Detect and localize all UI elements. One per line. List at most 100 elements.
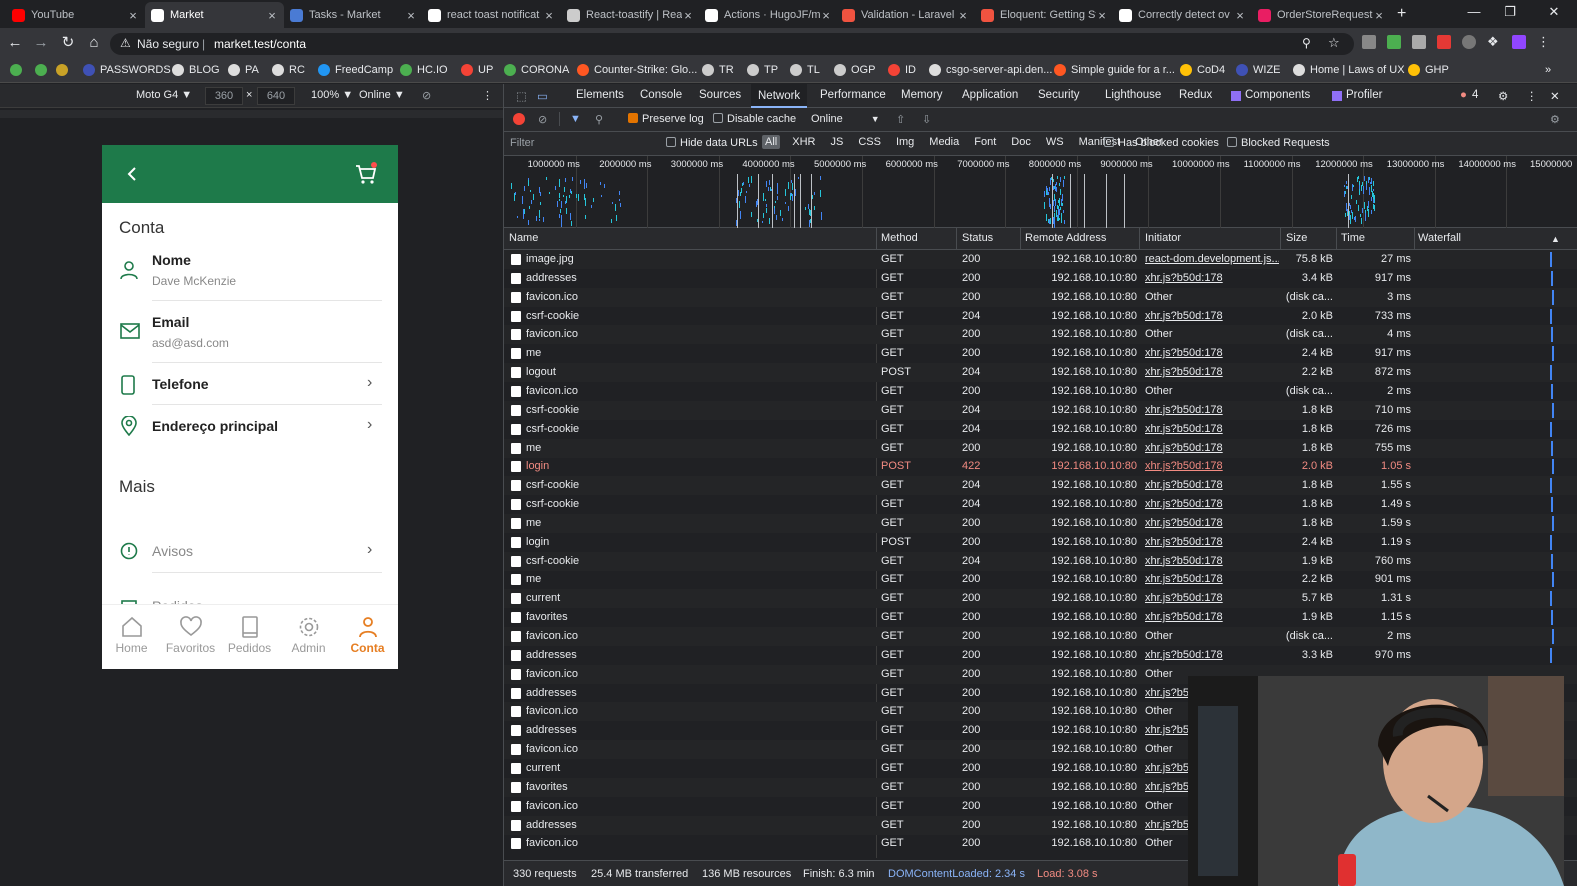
address-bar[interactable]: ⚠ Não seguro | market.test/conta ⚲ ☆	[110, 33, 1354, 55]
col-time[interactable]: Time	[1341, 232, 1365, 244]
table-row[interactable]: csrf-cookie GET 204 192.168.10.10:80 xhr.js?…	[504, 420, 1577, 439]
disable-cache-checkbox[interactable]: Disable cache	[713, 113, 796, 125]
type-filter-media[interactable]: Media	[926, 135, 962, 149]
filter-icon[interactable]: ▼	[570, 113, 581, 125]
type-filter-doc[interactable]: Doc	[1008, 135, 1034, 149]
col-initiator[interactable]: Initiator	[1145, 232, 1181, 244]
reload-icon[interactable]: ↻	[59, 34, 77, 52]
bookmark-item[interactable]	[10, 62, 27, 78]
cell-initiator[interactable]: xhr.js?b50d:178	[1145, 423, 1279, 435]
browser-tab[interactable]: Market ×	[145, 2, 284, 28]
table-row[interactable]: addresses GET 200 192.168.10.10:80 xhr.js?b5…	[504, 646, 1577, 665]
table-row[interactable]: favicon.ico GET 200 192.168.10.10:80 Other (d…	[504, 287, 1577, 307]
bookmark-item[interactable]	[35, 62, 52, 78]
table-row[interactable]: login POST 422 192.168.10.10:80 xhr.js?b50d:…	[504, 457, 1577, 476]
table-row[interactable]: me GET 200 192.168.10.10:80 xhr.js?b50d:178 1…	[504, 513, 1577, 533]
table-row[interactable]: current GET 200 192.168.10.10:80 xhr.js?b50d…	[504, 589, 1577, 609]
bookmark-item[interactable]: TP	[747, 62, 778, 78]
browser-tab[interactable]: YouTube ×	[6, 2, 145, 28]
key-icon[interactable]: ⚲	[1302, 36, 1311, 50]
tab-sources[interactable]: Sources	[699, 89, 741, 101]
bookmark-item[interactable]: Counter-Strike: Glo...	[577, 62, 697, 78]
col-method[interactable]: Method	[881, 232, 918, 244]
browser-tab[interactable]: Actions · HugoJF/m ×	[699, 2, 838, 28]
width-input[interactable]: 360	[205, 87, 243, 105]
close-tab-icon[interactable]: ×	[1234, 8, 1246, 23]
tab-redux[interactable]: Redux	[1179, 89, 1212, 101]
table-row[interactable]: favorites GET 200 192.168.10.10:80 xhr.js?b5…	[504, 608, 1577, 627]
extension-icon[interactable]	[1437, 35, 1451, 49]
table-row[interactable]: csrf-cookie GET 204 192.168.10.10:80 xhr.js?…	[504, 476, 1577, 496]
forward-icon[interactable]: →	[32, 34, 50, 52]
tab-security[interactable]: Security	[1038, 89, 1080, 101]
cart-icon[interactable]	[354, 162, 378, 186]
bookmark-item[interactable]: CORONA	[504, 62, 569, 78]
bookmark-item[interactable]: CoD4	[1180, 62, 1225, 78]
type-filter-xhr[interactable]: XHR	[789, 135, 818, 149]
back-arrow-icon[interactable]	[126, 166, 138, 182]
cell-initiator[interactable]: xhr.js?b50d:178	[1145, 555, 1279, 567]
nav-pedidos[interactable]: Pedidos	[220, 615, 279, 655]
throttle-select[interactable]: Online ▼	[811, 113, 880, 125]
close-tab-icon[interactable]: ×	[127, 8, 139, 23]
maximize-icon[interactable]: ❐	[1494, 4, 1526, 20]
more-item-avisos[interactable]: Avisos ›	[102, 541, 398, 581]
cell-initiator[interactable]: xhr.js?b50d:178	[1145, 479, 1279, 491]
cell-initiator[interactable]: xhr.js?b50d:178	[1145, 347, 1279, 359]
table-row[interactable]: image.jpg GET 200 192.168.10.10:80 react-dom…	[504, 250, 1577, 269]
table-row[interactable]: favicon.ico GET 200 192.168.10.10:80 Other (d…	[504, 382, 1577, 401]
device-toggle-icon[interactable]: ▭	[537, 89, 548, 103]
browser-tab[interactable]: OrderStoreRequest ×	[1252, 2, 1391, 28]
cell-initiator[interactable]: react-dom.development.js...	[1145, 253, 1279, 265]
upload-icon[interactable]: ⇧	[896, 113, 905, 126]
settings-gear-icon[interactable]: ⚙	[1498, 89, 1508, 103]
cell-initiator[interactable]: xhr.js?b50d:178	[1145, 573, 1279, 585]
cell-initiator[interactable]: xhr.js?b50d:178	[1145, 498, 1279, 510]
close-tab-icon[interactable]: ×	[1373, 8, 1385, 23]
cell-initiator[interactable]: xhr.js?b50d:178	[1145, 310, 1279, 322]
bookmark-item[interactable]: PASSWORDS	[83, 62, 171, 78]
height-input[interactable]: 640	[257, 87, 295, 105]
browser-tab[interactable]: React-toastify | Rea ×	[561, 2, 700, 28]
clear-icon[interactable]: ⊘	[538, 113, 547, 126]
home-icon[interactable]: ⌂	[85, 34, 103, 52]
bookmark-item[interactable]: WIZE	[1236, 62, 1281, 78]
table-row[interactable]: favicon.ico GET 200 192.168.10.10:80 Other (d…	[504, 325, 1577, 345]
close-tab-icon[interactable]: ×	[405, 8, 417, 23]
extension-icon[interactable]	[1387, 35, 1401, 49]
cell-initiator[interactable]: xhr.js?b50d:178	[1145, 404, 1279, 416]
bookmark-star-icon[interactable]: ☆	[1328, 35, 1340, 51]
col-name[interactable]: Name	[509, 232, 538, 244]
bookmark-item[interactable]: Home | Laws of UX	[1293, 62, 1405, 78]
bookmark-item[interactable]	[56, 62, 73, 78]
nav-favoritos[interactable]: Favoritos	[161, 615, 220, 655]
twitch-icon[interactable]	[1512, 35, 1526, 49]
nav-home[interactable]: Home	[102, 615, 161, 655]
table-row[interactable]: favicon.ico GET 200 192.168.10.10:80 Other (d…	[504, 627, 1577, 646]
tab-performance[interactable]: Performance	[820, 89, 886, 101]
tab-network[interactable]: Network	[751, 84, 808, 108]
url-text[interactable]: market.test/conta	[214, 37, 306, 51]
browser-tab[interactable]: Eloquent: Getting St ×	[975, 2, 1114, 28]
rotate-icon[interactable]: ⊘	[422, 89, 431, 102]
tab-application[interactable]: Application	[962, 89, 1018, 101]
preserve-log-checkbox[interactable]: Preserve log	[628, 113, 704, 125]
tab-elements[interactable]: Elements	[576, 89, 624, 101]
close-tab-icon[interactable]: ×	[957, 8, 969, 23]
menu-dots-icon[interactable]: ⋮	[1537, 35, 1551, 49]
device-select[interactable]: Moto G4 ▼	[136, 89, 192, 101]
nav-conta[interactable]: Conta	[338, 615, 397, 655]
cell-initiator[interactable]: xhr.js?b50d:178	[1145, 460, 1279, 472]
inspect-icon[interactable]: ⬚	[516, 89, 527, 103]
bookmark-item[interactable]: ID	[888, 62, 916, 78]
hide-data-urls-checkbox[interactable]: Hide data URLs	[666, 137, 758, 149]
more-menu-icon[interactable]: ⋮	[1526, 89, 1538, 103]
cell-initiator[interactable]: xhr.js?b50d:178	[1145, 592, 1279, 604]
browser-tab[interactable]: Tasks - Market ×	[284, 2, 423, 28]
table-row[interactable]: me GET 200 192.168.10.10:80 xhr.js?b50d:178 2…	[504, 570, 1577, 589]
table-row[interactable]: csrf-cookie GET 204 192.168.10.10:80 xhr.js?…	[504, 495, 1577, 514]
has-blocked-cookies-checkbox[interactable]: Has blocked cookies	[1104, 137, 1219, 149]
type-filter-ws[interactable]: WS	[1043, 135, 1067, 149]
record-icon[interactable]	[513, 113, 525, 125]
more-bookmarks-icon[interactable]: »	[1545, 62, 1551, 78]
